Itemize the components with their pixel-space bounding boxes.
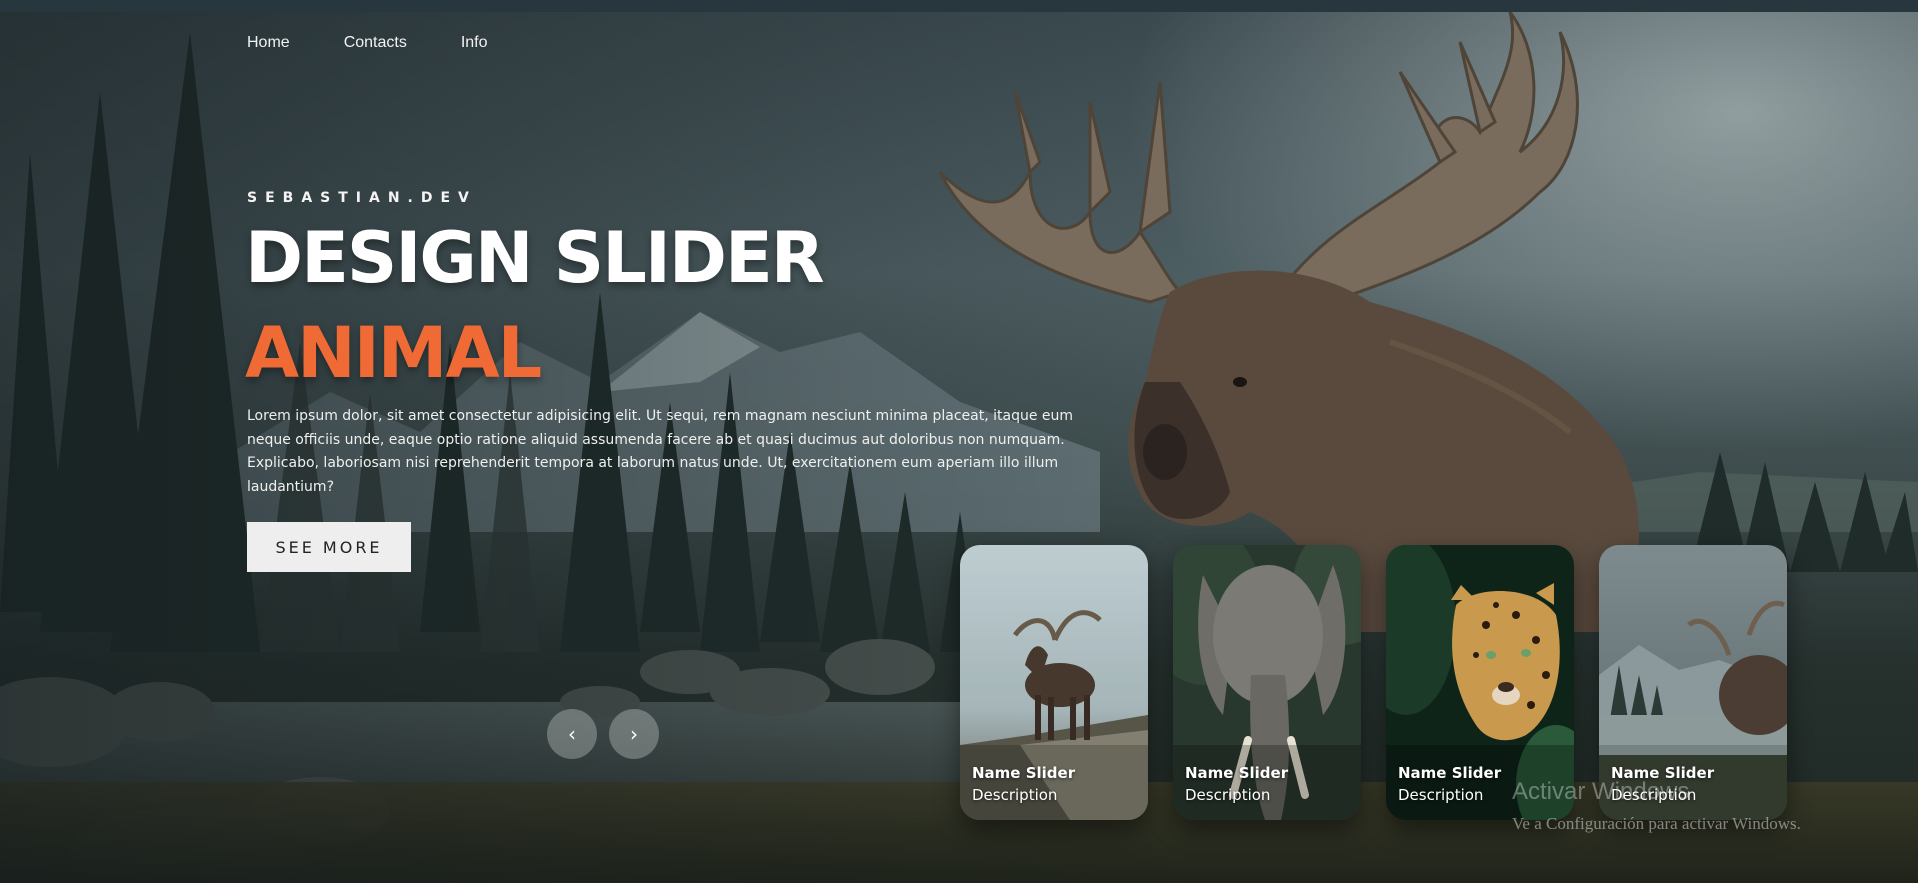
hero-title: DESIGN SLIDER xyxy=(245,217,825,299)
chevron-left-icon: ‹ xyxy=(568,722,576,746)
thumbnail-description: Description xyxy=(1398,786,1484,804)
thumbnail-title: Name Slider xyxy=(1398,764,1502,782)
top-strip xyxy=(0,0,1918,12)
thumbnail-card[interactable]: Name Slider Description xyxy=(1173,545,1361,820)
chevron-right-icon: › xyxy=(630,722,638,746)
author-label: SEBASTIAN.DEV xyxy=(247,190,477,206)
activation-watermark-subtitle: Ve a Configuración para activar Windows. xyxy=(1512,814,1801,833)
nav-info[interactable]: Info xyxy=(461,34,488,52)
thumbnail-description: Description xyxy=(1185,786,1271,804)
main-nav: Home Contacts Info xyxy=(247,34,542,52)
hero-topic: ANIMAL xyxy=(245,312,542,394)
moose-illustration xyxy=(938,12,1639,632)
thumbnail-title: Name Slider xyxy=(972,764,1076,782)
hero-description: Lorem ipsum dolor, sit amet consectetur … xyxy=(247,408,1074,495)
prev-arrow-button[interactable]: ‹ xyxy=(547,709,597,759)
thumbnail-title: Name Slider xyxy=(1185,764,1289,782)
activation-watermark-title: Activar Windows xyxy=(1512,778,1690,805)
see-more-button[interactable]: SEE MORE xyxy=(247,522,411,572)
nav-home[interactable]: Home xyxy=(247,34,290,52)
next-arrow-button[interactable]: › xyxy=(609,709,659,759)
thumbnail-description: Description xyxy=(972,786,1058,804)
nav-contacts[interactable]: Contacts xyxy=(344,34,407,52)
thumbnail-card[interactable]: Name Slider Description xyxy=(960,545,1148,820)
